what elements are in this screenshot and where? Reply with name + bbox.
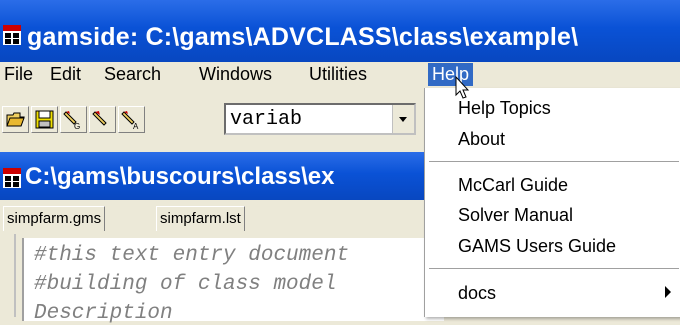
menu-separator	[429, 161, 679, 162]
menu-bar: File Edit Search Windows Utilities Help	[0, 62, 680, 88]
marker-tool-icon	[92, 111, 107, 126]
editor[interactable]: #this text entry document #building of c…	[0, 234, 444, 325]
tab-simpfarm-lst[interactable]: simpfarm.lst	[156, 206, 245, 231]
editor-line: #building of class model	[34, 273, 337, 296]
menu-file[interactable]: File	[4, 63, 33, 86]
child-window-title-bar[interactable]: C:\gams\buscours\class\ex	[0, 152, 440, 200]
editor-line: Description	[34, 302, 173, 325]
svg-text:A: A	[133, 122, 139, 130]
ide-icon[interactable]	[2, 24, 22, 46]
marker-a-icon: A	[121, 111, 139, 130]
mouse-cursor-icon	[455, 75, 471, 105]
submenu-arrow-icon	[665, 286, 671, 298]
menu-separator	[429, 268, 679, 269]
editor-line: #this text entry document	[34, 244, 350, 267]
tab-simpfarm-gms[interactable]: simpfarm.gms	[3, 206, 106, 231]
menu-edit[interactable]: Edit	[50, 63, 81, 86]
menu-docs[interactable]: docs	[458, 283, 496, 304]
title-bar[interactable]: gamside: C:\gams\ADVCLASS\class\example\	[0, 0, 680, 62]
save-button[interactable]	[31, 106, 58, 133]
open-folder-icon	[6, 112, 25, 127]
editor-text-area[interactable]: #this text entry document #building of c…	[22, 238, 444, 325]
marker-a-button[interactable]: A	[118, 106, 145, 133]
menu-mccarl-guide[interactable]: McCarl Guide	[458, 175, 568, 196]
chevron-down-icon	[399, 117, 407, 122]
svg-text:G: G	[74, 122, 80, 130]
file-tabs: simpfarm.gms simpfarm.lst	[0, 200, 440, 234]
menu-gams-users-guide[interactable]: GAMS Users Guide	[458, 236, 616, 257]
ide-icon	[2, 167, 22, 189]
open-button[interactable]	[2, 106, 29, 133]
dropdown-button[interactable]	[392, 105, 414, 133]
child-window-title: C:\gams\buscours\class\ex	[25, 163, 335, 190]
help-menu: Help Topics About McCarl Guide Solver Ma…	[424, 88, 680, 317]
model-tool-button[interactable]: G	[60, 106, 87, 133]
marker-tool-button[interactable]	[89, 106, 116, 133]
menu-about[interactable]: About	[458, 129, 505, 150]
menu-search[interactable]: Search	[104, 63, 161, 86]
model-tool-icon: G	[63, 111, 80, 130]
search-combo[interactable]: variab	[224, 103, 416, 135]
editor-gutter	[14, 234, 16, 317]
menu-help-topics[interactable]: Help Topics	[458, 98, 551, 119]
menu-windows[interactable]: Windows	[199, 63, 272, 86]
save-disk-icon	[35, 110, 54, 129]
window-title: gamside: C:\gams\ADVCLASS\class\example\	[27, 23, 579, 51]
menu-solver-manual[interactable]: Solver Manual	[458, 205, 573, 226]
menu-utilities[interactable]: Utilities	[309, 63, 367, 86]
search-input[interactable]: variab	[230, 108, 302, 131]
